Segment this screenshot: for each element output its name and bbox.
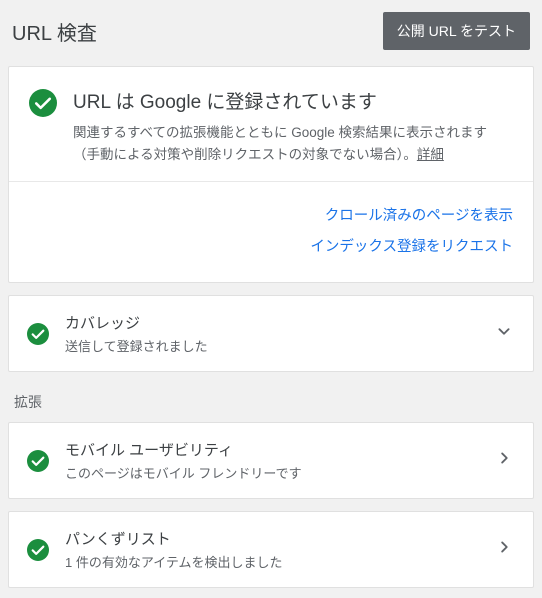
success-check-icon: [29, 89, 57, 117]
indexing-status-card: URL は Google に登録されています 関連するすべての拡張機能とともに …: [8, 66, 534, 283]
enhancement-subtitle: 1 件の有効なアイテムを検出しました: [65, 552, 477, 571]
row-body: モバイル ユーザビリティ このページはモバイル フレンドリーです: [65, 439, 477, 482]
row-body: パンくずリスト 1 件の有効なアイテムを検出しました: [65, 528, 477, 571]
status-title: URL は Google に登録されています: [73, 87, 513, 114]
details-link[interactable]: 詳細: [417, 147, 444, 162]
success-check-icon: [27, 450, 49, 472]
enhancement-subtitle: このページはモバイル フレンドリーです: [65, 463, 477, 482]
status-body: URL は Google に登録されています 関連するすべての拡張機能とともに …: [73, 87, 513, 165]
page-title: URL 検査: [12, 17, 97, 46]
chevron-right-icon: [493, 536, 515, 563]
enhancement-title: モバイル ユーザビリティ: [65, 439, 477, 460]
success-check-icon: [27, 539, 49, 561]
enhancement-title: パンくずリスト: [65, 528, 477, 549]
header: URL 検査 公開 URL をテスト: [0, 0, 542, 66]
status-description: 関連するすべての拡張機能とともに Google 検索結果に表示されます（手動によ…: [73, 122, 513, 165]
success-check-icon: [27, 323, 49, 345]
indexing-status: URL は Google に登録されています 関連するすべての拡張機能とともに …: [9, 67, 533, 181]
request-indexing-link[interactable]: インデックス登録をリクエスト: [29, 235, 513, 256]
coverage-subtitle: 送信して登録されました: [65, 336, 477, 355]
enhancements-label: 拡張: [0, 384, 542, 422]
mobile-usability-row[interactable]: モバイル ユーザビリティ このページはモバイル フレンドリーです: [8, 422, 534, 499]
row-body: カバレッジ 送信して登録されました: [65, 312, 477, 355]
chevron-down-icon: [493, 320, 515, 347]
show-crawled-page-link[interactable]: クロール済みのページを表示: [29, 204, 513, 225]
chevron-right-icon: [493, 447, 515, 474]
coverage-title: カバレッジ: [65, 312, 477, 333]
coverage-row[interactable]: カバレッジ 送信して登録されました: [8, 295, 534, 372]
breadcrumbs-row[interactable]: パンくずリスト 1 件の有効なアイテムを検出しました: [8, 511, 534, 588]
actions: クロール済みのページを表示 インデックス登録をリクエスト: [9, 181, 533, 282]
test-live-url-button[interactable]: 公開 URL をテスト: [383, 12, 530, 50]
